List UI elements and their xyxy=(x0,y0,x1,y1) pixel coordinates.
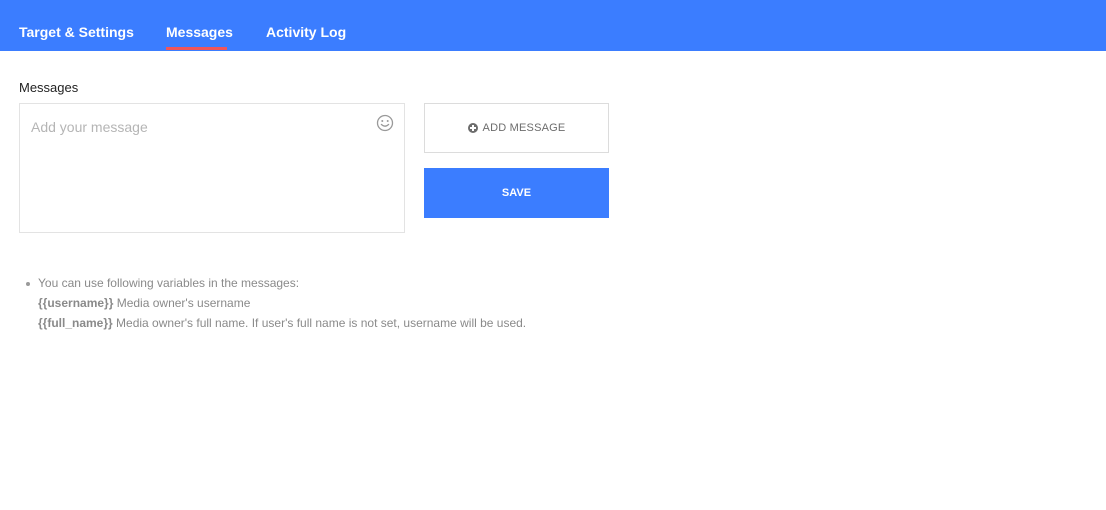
active-tab-indicator xyxy=(166,47,227,50)
variable-fullname-name: {{full_name}} xyxy=(38,316,113,330)
plus-circle-icon xyxy=(467,123,478,133)
tab-activity-log[interactable]: Activity Log xyxy=(266,0,346,51)
message-textarea[interactable] xyxy=(20,104,404,232)
variable-username-name: {{username}} xyxy=(38,296,114,310)
help-item: You can use following variables in the m… xyxy=(24,273,526,333)
top-nav-bar: Target & Settings Messages Activity Log xyxy=(0,0,1106,51)
message-input-box xyxy=(19,103,405,233)
variable-username-row: {{username}} Media owner's username xyxy=(38,293,526,313)
smiley-icon[interactable] xyxy=(376,114,394,132)
variables-help-list: You can use following variables in the m… xyxy=(24,273,526,333)
add-message-label: ADD MESSAGE xyxy=(482,122,566,134)
save-button[interactable]: SAVE xyxy=(424,168,609,218)
bullet-dot xyxy=(26,282,30,286)
tab-messages[interactable]: Messages xyxy=(166,0,233,51)
messages-section-label: Messages xyxy=(19,80,79,95)
variable-fullname-desc: Media owner's full name. If user's full … xyxy=(112,316,527,330)
tab-target-settings[interactable]: Target & Settings xyxy=(19,0,134,51)
add-message-button[interactable]: ADD MESSAGE xyxy=(424,103,609,153)
help-intro: You can use following variables in the m… xyxy=(38,276,300,290)
variable-fullname-row: {{full_name}} Media owner's full name. I… xyxy=(38,313,526,333)
save-label: SAVE xyxy=(501,187,532,199)
variable-username-desc: Media owner's username xyxy=(113,296,251,310)
